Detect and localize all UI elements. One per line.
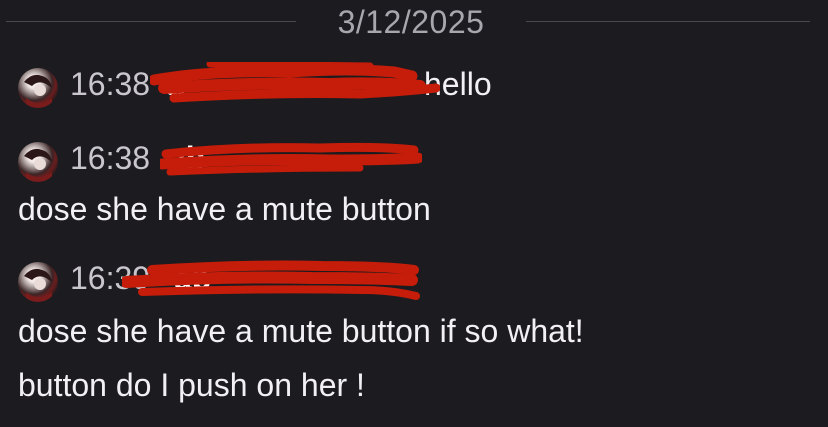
message-username[interactable]: ab <box>168 140 205 177</box>
message-item: 16:38 a hello <box>0 62 828 108</box>
message-text: dose she have a mute button <box>18 191 431 227</box>
message-item: 16:38 ab dose she have a mute button <box>0 138 828 227</box>
divider-line-left <box>6 21 296 22</box>
message-text-line: dose she have a mute button if so what! <box>18 313 584 349</box>
redaction-scribble <box>150 62 440 103</box>
user-avatar-icon[interactable] <box>18 142 58 182</box>
message-timestamp: 16:39 <box>70 260 151 296</box>
message-header: 16:38 ab <box>0 138 828 182</box>
message-username[interactable]: ab <box>174 260 211 297</box>
divider-line-right <box>526 21 810 22</box>
redaction-scribble <box>122 260 420 300</box>
date-divider: 3/12/2025 <box>0 0 828 46</box>
message-username[interactable]: a <box>166 66 184 103</box>
user-avatar-icon[interactable] <box>18 262 58 302</box>
message-text-line: button do I push on her ! <box>18 367 365 403</box>
user-avatar-icon[interactable] <box>18 68 58 108</box>
message-text: hello <box>424 66 492 102</box>
message-item: 16:39 ab dose she have a mute button if … <box>0 258 828 403</box>
message-header: 16:38 a hello <box>0 62 828 108</box>
date-label: 3/12/2025 <box>337 4 485 40</box>
message-timestamp: 16:38 <box>70 66 151 102</box>
message-timestamp: 16:38 <box>70 140 151 176</box>
message-header: 16:39 ab <box>0 258 828 302</box>
